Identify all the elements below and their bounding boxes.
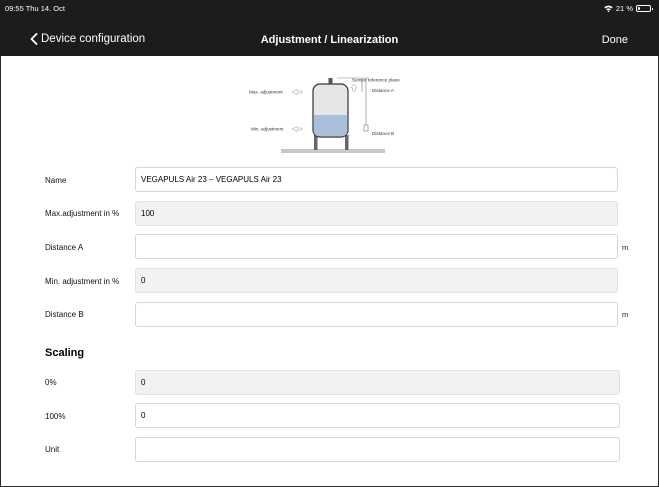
distance-b-label: Distance B — [45, 310, 84, 319]
status-bar: 09:55 Thu 14. Oct 21 % — [0, 0, 659, 20]
tank-leg-right — [345, 135, 349, 150]
status-right: 21 % — [604, 4, 653, 13]
distance-b-label: Distance B — [372, 131, 394, 136]
battery-icon — [636, 5, 653, 12]
scaling-unit-label: Unit — [45, 445, 60, 454]
min-adjustment-label: Min. adjustment in % — [45, 277, 120, 286]
done-button[interactable]: Done — [602, 34, 628, 46]
scaling-zero-label: 0% — [45, 378, 57, 387]
page-title: Adjustment / Linearization — [260, 34, 399, 46]
distance-a-label: Distance A — [372, 88, 395, 93]
scaling-zero-value: 0 — [141, 378, 146, 387]
distance-a-field[interactable] — [135, 234, 618, 259]
scaling-unit-field[interactable] — [135, 437, 620, 462]
sensor — [328, 78, 333, 84]
name-field[interactable]: VEGAPULS Air 23 – VEGAPULS Air 23 — [135, 167, 618, 192]
wifi-icon — [604, 5, 613, 12]
reference-arrow-icon — [350, 83, 358, 92]
tank-leg-left — [314, 135, 318, 150]
min-adjustment-label: Min. adjustment — [251, 127, 284, 132]
max-arrow-icon — [291, 89, 303, 95]
ground — [281, 149, 385, 153]
distance-a-label: Distance A — [45, 243, 84, 252]
battery-percent: 21 % — [615, 4, 633, 13]
scaling-hundred-field[interactable]: 0 — [135, 403, 620, 428]
max-adjustment-label: Max. adjustment — [249, 90, 283, 95]
min-arrow-icon — [291, 126, 303, 132]
tank-liquid — [313, 115, 348, 137]
scaling-heading: Scaling — [45, 347, 85, 359]
name-label: Name — [45, 176, 67, 185]
max-adjustment-label: Max.adjustment in % — [45, 209, 120, 218]
reference-plane-label: Sensor reference plane — [352, 78, 400, 83]
status-time: 09:55 Thu 14. Oct — [5, 4, 65, 13]
min-adjustment-field[interactable]: 0 — [135, 268, 618, 293]
top-bar: 09:55 Thu 14. Oct 21 % Device configurat… — [0, 0, 659, 56]
name-value: VEGAPULS Air 23 – VEGAPULS Air 23 — [141, 175, 282, 184]
scaling-hundred-value: 0 — [141, 411, 146, 420]
max-adjustment-field[interactable]: 100 — [135, 201, 618, 226]
distance-a-unit: m — [622, 243, 629, 252]
distance-b-unit: m — [622, 310, 629, 319]
tank-diagram: Sensor reference plane Max. adjustment M… — [249, 78, 400, 153]
scaling-hundred-label: 100% — [45, 412, 66, 421]
min-adjustment-value: 0 — [141, 276, 146, 285]
distance-b-marker — [363, 124, 369, 132]
scaling-zero-field[interactable]: 0 — [135, 370, 620, 395]
battery-level — [638, 7, 640, 10]
navigation-bar: Device configuration Adjustment / Linear… — [0, 28, 659, 52]
max-adjustment-value: 100 — [141, 209, 155, 218]
distance-b-field[interactable] — [135, 302, 618, 327]
